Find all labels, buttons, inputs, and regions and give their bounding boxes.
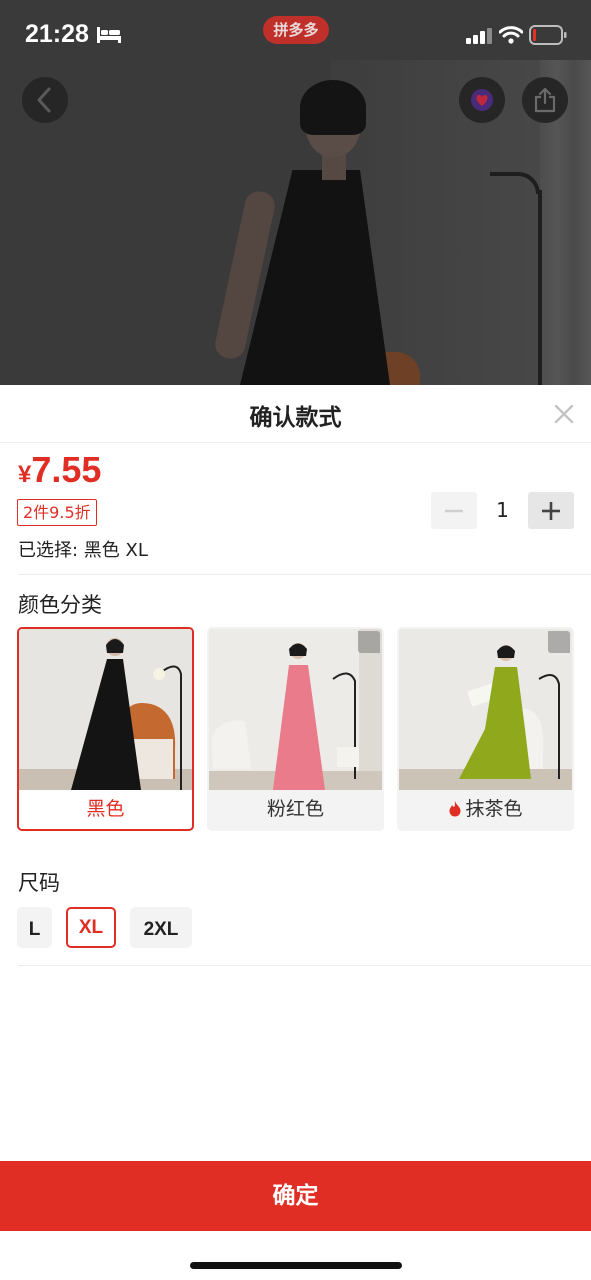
- color-option-pink[interactable]: 粉红色: [207, 627, 384, 831]
- spec-selection-sheet: 确认款式 ¥7.55 2件9.5折 已选择: 黑色 XL 1 颜色分类 黑色 粉…: [0, 385, 591, 1280]
- size-section-title: 尺码: [18, 871, 60, 895]
- color-option-photo: [399, 629, 572, 790]
- color-option-label: 黑色: [86, 798, 125, 820]
- color-option-matcha[interactable]: 抹茶色: [397, 627, 574, 831]
- wifi-icon: [499, 26, 523, 44]
- back-arrow-icon: [37, 87, 51, 113]
- favorite-icon: [471, 89, 493, 111]
- status-bar: 21:28 拼多多: [0, 0, 591, 62]
- signal-icon: [466, 28, 492, 44]
- minus-icon: [445, 509, 463, 512]
- backdrop-lamp-pole: [538, 190, 542, 385]
- size-option-l[interactable]: L: [17, 907, 52, 948]
- price-value: 7.55: [31, 449, 102, 490]
- divider: [18, 965, 591, 966]
- favorite-button[interactable]: [459, 77, 505, 123]
- share-icon: [534, 87, 556, 113]
- brand-logo: 拼多多: [263, 16, 329, 44]
- color-option-label-text: 抹茶色: [465, 798, 523, 820]
- expand-icon[interactable]: [358, 631, 380, 653]
- color-section-title: 颜色分类: [18, 593, 102, 617]
- close-icon[interactable]: [551, 401, 577, 427]
- color-option-label: 粉红色: [266, 798, 324, 820]
- backdrop-model-hair: [300, 80, 366, 135]
- expand-icon[interactable]: [548, 631, 570, 653]
- quantity-value[interactable]: 1: [477, 492, 528, 529]
- confirm-button[interactable]: 确定: [0, 1161, 591, 1231]
- battery-icon: [529, 25, 567, 45]
- divider: [18, 574, 591, 575]
- back-button[interactable]: [22, 77, 68, 123]
- sheet-title: 确认款式: [249, 405, 342, 431]
- share-button[interactable]: [522, 77, 568, 123]
- sheet-header: 确认款式: [0, 385, 591, 443]
- color-option-photo: [19, 629, 192, 790]
- quantity-increase-button[interactable]: [528, 492, 574, 529]
- color-option-label: 抹茶色: [399, 790, 572, 829]
- quantity-decrease-button[interactable]: [431, 492, 477, 529]
- size-option-xl[interactable]: XL: [66, 907, 116, 948]
- home-indicator: [190, 1262, 402, 1269]
- color-option-black[interactable]: 黑色: [17, 627, 194, 831]
- selected-spec-text: 已选择: 黑色 XL: [18, 540, 148, 561]
- price: ¥7.55: [18, 449, 101, 491]
- fire-icon: [449, 801, 462, 817]
- discount-tag: 2件9.5折: [17, 499, 97, 526]
- size-option-2xl[interactable]: 2XL: [130, 907, 192, 948]
- status-time: 21:28: [25, 20, 89, 48]
- bed-icon: [97, 27, 121, 43]
- price-currency: ¥: [18, 461, 32, 488]
- plus-icon: [542, 501, 560, 520]
- color-option-photo: [209, 629, 382, 790]
